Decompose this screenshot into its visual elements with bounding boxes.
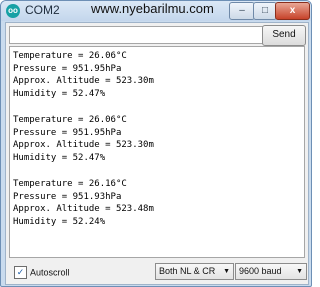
title-bar[interactable]: oo COM2 www.nyebarilmu.com – □ x — [1, 1, 311, 21]
serial-monitor-window: oo COM2 www.nyebarilmu.com – □ x Send Te… — [0, 0, 312, 287]
baud-rate-value: 9600 baud — [239, 266, 282, 276]
reading-block: Temperature = 26.06°C Pressure = 951.95h… — [13, 50, 154, 100]
reading-block: Temperature = 26.16°C Pressure = 951.93h… — [13, 178, 154, 228]
pressure-line: Pressure = 951.93hPa — [13, 191, 122, 202]
humidity-line: Humidity = 52.47% — [13, 88, 106, 99]
line-ending-value: Both NL & CR — [159, 266, 216, 276]
minimize-button[interactable]: – — [229, 2, 255, 20]
window-title: COM2 — [25, 3, 60, 17]
pressure-line: Pressure = 951.95hPa — [13, 63, 122, 74]
humidity-line: Humidity = 52.47% — [13, 152, 106, 163]
autoscroll-label: Autoscroll — [30, 267, 70, 278]
temperature-line: Temperature = 26.06°C — [13, 51, 127, 61]
close-button[interactable]: x — [275, 2, 310, 20]
altitude-line: Approx. Altitude = 523.30m — [13, 140, 154, 150]
altitude-line: Approx. Altitude = 523.48m — [13, 204, 154, 214]
line-ending-select[interactable]: Both NL & CR ▼ — [155, 263, 234, 280]
maximize-icon: □ — [261, 5, 269, 16]
maximize-button[interactable]: □ — [253, 2, 277, 20]
send-input[interactable] — [9, 26, 265, 44]
title-watermark: www.nyebarilmu.com — [91, 1, 214, 16]
chevron-down-icon: ▼ — [223, 268, 230, 275]
chevron-down-icon: ▼ — [296, 268, 303, 275]
temperature-line: Temperature = 26.16°C — [13, 179, 127, 189]
pressure-line: Pressure = 951.95hPa — [13, 127, 122, 138]
autoscroll-checkbox[interactable]: ✓ — [14, 266, 27, 280]
reading-block: Temperature = 26.06°C Pressure = 951.95h… — [13, 114, 154, 164]
close-icon: x — [289, 5, 296, 16]
arduino-icon: oo — [6, 4, 20, 18]
temperature-line: Temperature = 26.06°C — [13, 115, 127, 125]
serial-output[interactable]: Temperature = 26.06°C Pressure = 951.95h… — [9, 46, 305, 258]
baud-rate-select[interactable]: 9600 baud ▼ — [235, 263, 307, 280]
autoscroll-toggle[interactable]: ✓ Autoscroll — [14, 265, 70, 280]
altitude-line: Approx. Altitude = 523.30m — [13, 76, 154, 86]
send-button[interactable]: Send — [262, 25, 306, 46]
client-area: Send Temperature = 26.06°C Pressure = 95… — [5, 22, 309, 285]
humidity-line: Humidity = 52.24% — [13, 216, 106, 227]
minimize-icon: – — [239, 5, 245, 16]
